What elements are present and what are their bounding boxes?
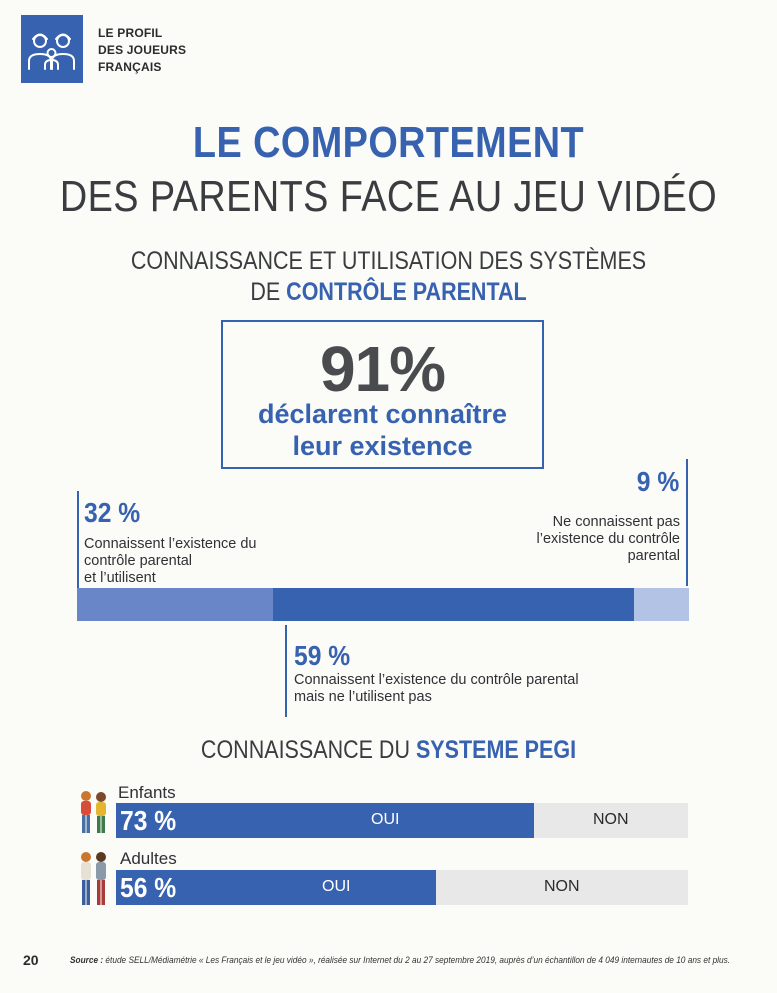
children-icon bbox=[81, 791, 106, 833]
bar-segment-aware-not-use bbox=[273, 588, 634, 621]
adults-icon bbox=[81, 852, 106, 905]
segment-desc-unaware: Ne connaissent pas l’existence du contrô… bbox=[536, 514, 680, 564]
section-title: LE PROFIL DES JOUEURS FRANÇAIS bbox=[98, 25, 186, 76]
pegi-no-label: NON bbox=[593, 811, 629, 828]
section-title-line: FRANÇAIS bbox=[98, 60, 162, 74]
bar-segment-use bbox=[77, 588, 273, 621]
segment-pct-use: 32 % bbox=[84, 497, 141, 528]
parental-control-heading-line1: CONNAISSANCE ET UTILISATION DES SYSTÈMES bbox=[130, 247, 647, 275]
callout-line-59 bbox=[285, 625, 287, 717]
segment-desc-aware-not-use: Connaissent l’existence du contrôle pare… bbox=[294, 672, 579, 705]
page-number: 20 bbox=[23, 952, 39, 968]
callout-line-32 bbox=[77, 491, 79, 588]
section-badge bbox=[21, 15, 83, 83]
pegi-row-label: Adultes bbox=[120, 849, 177, 868]
section-title-line: LE PROFIL bbox=[98, 26, 163, 40]
headline-percentage: 91% bbox=[319, 333, 446, 405]
source-note: Source : étude SELL/Médiamétrie « Les Fr… bbox=[70, 955, 731, 965]
callout-line-9 bbox=[686, 459, 688, 586]
pegi-pct: 73 % bbox=[120, 805, 177, 836]
page-title-line1: LE COMPORTEMENT bbox=[192, 118, 585, 167]
pegi-yes-label: OUI bbox=[371, 811, 400, 828]
parental-control-heading-line2: DE CONTRÔLE PARENTAL bbox=[250, 278, 527, 306]
headline-description: déclarent connaître leur existence bbox=[257, 399, 508, 461]
pegi-no-label: NON bbox=[544, 878, 580, 895]
pegi-heading: CONNAISSANCE DU SYSTEME PEGI bbox=[200, 736, 577, 764]
family-icon bbox=[28, 33, 75, 70]
pegi-bar-fill bbox=[116, 803, 534, 838]
parental-control-stacked-bar bbox=[77, 588, 689, 621]
pegi-bar-adults: 56 % OUI NON bbox=[116, 870, 688, 905]
segment-pct-unaware: 9 % bbox=[636, 466, 679, 497]
pegi-row-label: Enfants bbox=[118, 783, 176, 802]
pegi-yes-label: OUI bbox=[322, 878, 351, 895]
bar-segment-unaware bbox=[634, 588, 689, 621]
segment-pct-aware-not-use: 59 % bbox=[294, 640, 351, 671]
pegi-bar-children: 73 % OUI NON bbox=[116, 803, 688, 838]
section-title-line: DES JOUEURS bbox=[98, 43, 187, 57]
page-title-line2: DES PARENTS FACE AU JEU VIDÉO bbox=[59, 172, 718, 221]
pegi-pct: 56 % bbox=[120, 872, 177, 903]
headline-stat-box: 91% déclarent connaître leur existence bbox=[221, 320, 544, 469]
segment-desc-use: Connaissent l’existence du contrôle pare… bbox=[84, 536, 257, 586]
